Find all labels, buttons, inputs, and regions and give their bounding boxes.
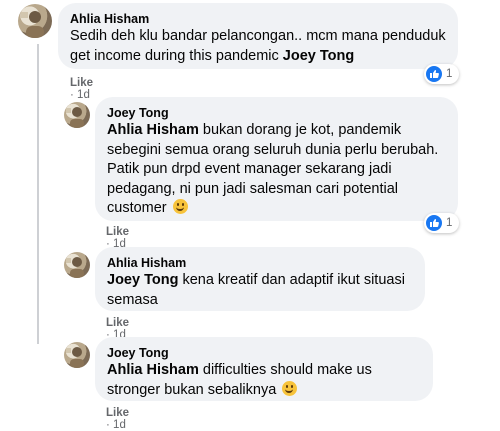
comment-bubble: Joey Tong Ahlia Hisham difficulties shou… bbox=[95, 337, 433, 401]
comment-author[interactable]: Joey Tong bbox=[107, 345, 421, 361]
slightly-smiling-face-icon bbox=[172, 199, 188, 214]
comment-author[interactable]: Ahlia Hisham bbox=[70, 11, 446, 27]
comment-text: Joey Tong kena kreatif dan adaptif ikut … bbox=[107, 272, 405, 308]
like-button[interactable]: Like bbox=[106, 317, 129, 329]
comment-bubble: Ahlia Hisham Joey Tong kena kreatif dan … bbox=[95, 247, 425, 311]
timestamp[interactable]: 1d bbox=[113, 419, 126, 431]
mention-link[interactable]: Ahlia Hisham bbox=[107, 362, 199, 378]
comment-text: Ahlia Hisham difficulties should make us… bbox=[107, 362, 372, 398]
thread-line bbox=[37, 44, 39, 344]
comment-bubble: Joey Tong Ahlia Hisham bukan dorang je k… bbox=[95, 97, 458, 221]
separator: · bbox=[106, 419, 110, 431]
comment-text: Sedih deh klu bandar pelancongan.. mcm m… bbox=[70, 28, 446, 64]
like-button[interactable]: Like bbox=[106, 407, 129, 419]
comment-text: Ahlia Hisham bukan dorang je kot, pandem… bbox=[107, 122, 439, 216]
like-button[interactable]: Like bbox=[106, 226, 129, 238]
like-reaction-icon bbox=[426, 215, 442, 231]
comment-author[interactable]: Ahlia Hisham bbox=[107, 255, 413, 271]
avatar[interactable] bbox=[18, 4, 52, 38]
timestamp[interactable]: 1d bbox=[77, 89, 90, 101]
separator: · bbox=[70, 89, 74, 101]
mention-link[interactable]: Ahlia Hisham bbox=[107, 122, 199, 138]
reaction-count-value: 1 bbox=[446, 217, 453, 229]
slightly-smiling-face-icon bbox=[282, 380, 298, 396]
mention-link[interactable]: Joey Tong bbox=[107, 272, 178, 288]
like-button[interactable]: Like bbox=[70, 77, 93, 89]
mention-link[interactable]: Joey Tong bbox=[283, 48, 354, 64]
avatar[interactable] bbox=[64, 342, 90, 368]
avatar[interactable] bbox=[64, 102, 90, 128]
like-reaction-icon bbox=[426, 66, 442, 82]
avatar[interactable] bbox=[64, 252, 90, 278]
comment-actions: Like · 1d bbox=[106, 407, 129, 431]
reaction-count-value: 1 bbox=[446, 68, 453, 80]
reaction-count[interactable]: 1 bbox=[424, 64, 459, 84]
reaction-count[interactable]: 1 bbox=[424, 213, 459, 233]
comment-actions: Like · 1d bbox=[70, 77, 93, 101]
comment-author[interactable]: Joey Tong bbox=[107, 105, 446, 121]
comment-bubble: Ahlia Hisham Sedih deh klu bandar pelanc… bbox=[58, 3, 458, 69]
